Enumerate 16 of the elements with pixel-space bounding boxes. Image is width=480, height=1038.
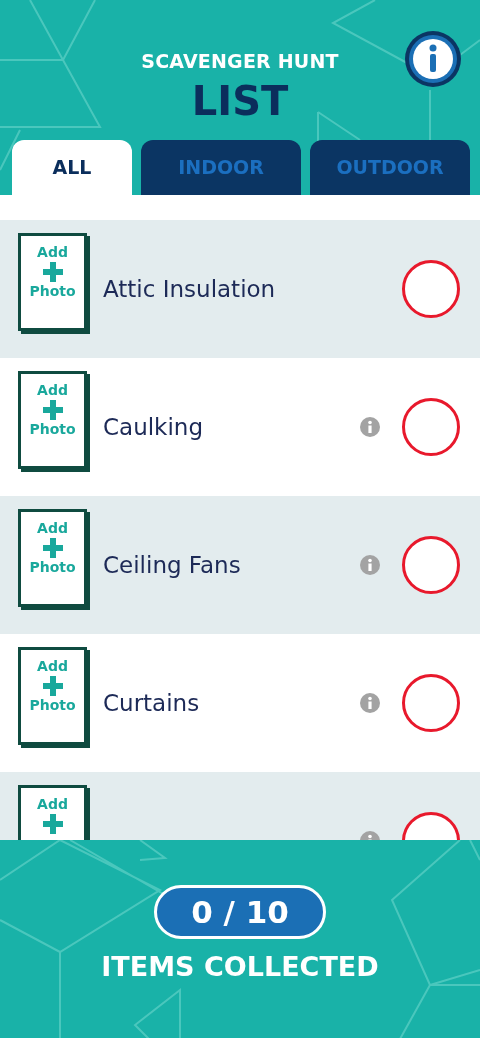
item-name: Ceiling Fans: [103, 550, 242, 580]
add-photo-button[interactable]: Add Photo: [18, 371, 87, 469]
progress-caption: ITEMS COLLECTED: [101, 950, 379, 985]
add-photo-button[interactable]: Add: [18, 785, 87, 840]
item-name: Curtains: [103, 688, 201, 718]
item-name: Attic Insulation: [103, 274, 277, 304]
tab[interactable]: ALL: [12, 140, 132, 195]
item-name: Caulking: [103, 412, 204, 442]
page-title: LIST: [190, 81, 290, 121]
progress-counter: 0 / 10: [154, 885, 326, 940]
add-photo-button[interactable]: Add Photo: [18, 647, 87, 745]
add-photo-button[interactable]: Add Photo: [18, 509, 87, 607]
add-photo-button[interactable]: Add Photo: [18, 233, 87, 331]
heading-subtitle: SCAVENGER HUNT: [141, 49, 339, 71]
tab[interactable]: INDOOR: [141, 140, 301, 195]
tab[interactable]: OUTDOOR: [310, 140, 470, 195]
